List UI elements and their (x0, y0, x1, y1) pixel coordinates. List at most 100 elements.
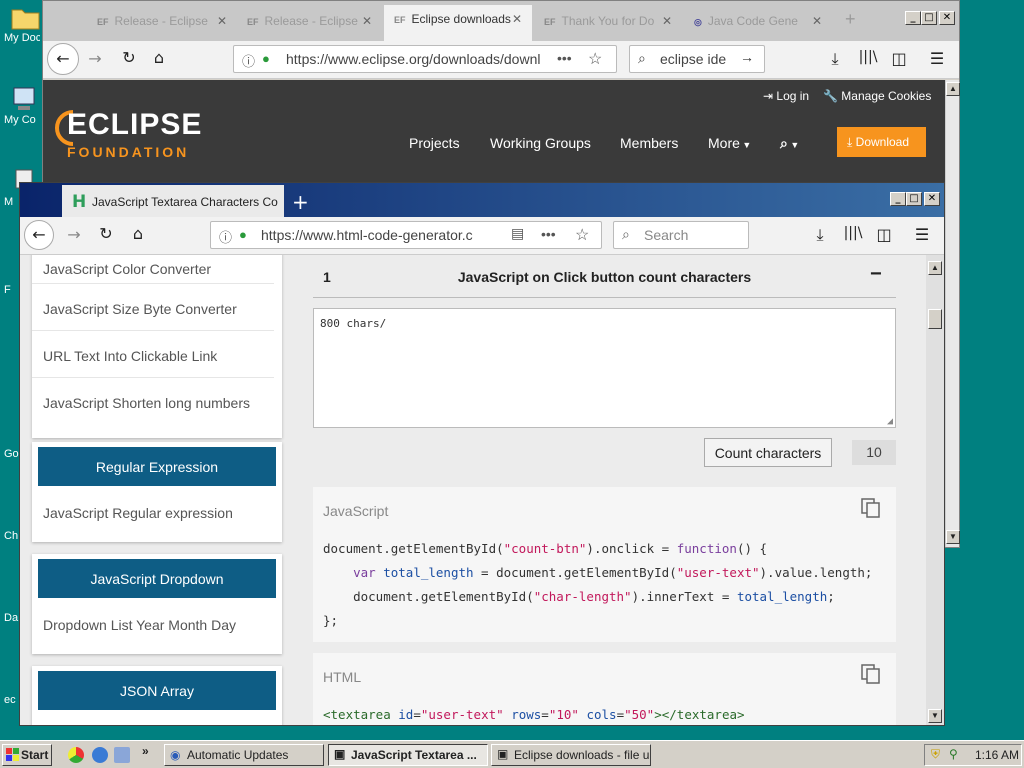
home-button[interactable]: ⌂ (149, 48, 169, 67)
new-tab-button[interactable]: + (292, 190, 309, 214)
new-tab-button[interactable]: + (835, 7, 861, 37)
chevron-right-icon[interactable]: » (142, 744, 149, 758)
sidebar-heading[interactable]: Regular Expression (38, 447, 276, 486)
download-button[interactable]: ⤓ Download (837, 127, 926, 157)
security-shield-icon[interactable]: ⛨ (931, 747, 940, 762)
tab-javascript-textarea[interactable]: H JavaScript Textarea Characters Co (62, 185, 284, 217)
user-text-textarea[interactable]: 800 chars/ ◢ (313, 308, 896, 428)
page-scrollbar[interactable]: ▲ ▼ (926, 255, 944, 725)
sidebar-link[interactable]: JavaScript Size Byte Converter (32, 284, 274, 331)
forward-button[interactable]: → (64, 225, 84, 244)
tab-eclipse-downloads[interactable]: EF Eclipse downloads ✕ (384, 5, 532, 41)
code-tag: ></textarea> (654, 707, 745, 722)
tab-label: JavaScript Textarea Characters Co (92, 195, 278, 209)
page-actions-icon[interactable]: ••• (541, 226, 556, 242)
favicon-h-icon: H (72, 192, 87, 212)
tab-java-code-generator[interactable]: ◎ Java Code Gene ✕ (684, 7, 832, 37)
scroll-up-icon[interactable]: ▲ (928, 261, 942, 275)
nav-projects[interactable]: Projects (409, 135, 460, 151)
sidebar-link[interactable]: JavaScript Regular expression (32, 486, 274, 533)
task-eclipse-downloads[interactable]: ▣ Eclipse downloads - file u... (491, 744, 651, 766)
address-bar[interactable]: ⓘ ● https://www.html-code-generator.com … (210, 221, 602, 249)
downloads-button[interactable]: ⤓ (810, 225, 830, 245)
home-button[interactable]: ⌂ (128, 224, 148, 243)
reader-view-icon[interactable]: ▤ (511, 225, 524, 242)
desktop-icon-my-computer[interactable]: My Co (0, 84, 40, 126)
close-tab-icon[interactable]: ✕ (217, 14, 227, 28)
reload-button[interactable]: ↻ (119, 48, 139, 67)
nav-members[interactable]: Members (620, 135, 678, 151)
sidebar-link[interactable]: JavaScript Color Converter (32, 255, 274, 284)
scroll-thumb[interactable] (928, 309, 942, 329)
task-automatic-updates[interactable]: ◉ Automatic Updates (164, 744, 324, 766)
bookmark-star-icon[interactable]: ☆ (588, 49, 602, 69)
back-button[interactable]: ← (47, 43, 79, 75)
close-window-button[interactable]: ✕ (924, 192, 940, 206)
menu-button[interactable]: ☰ (912, 225, 932, 244)
library-button[interactable]: |||\ (857, 49, 879, 65)
internet-explorer-icon[interactable] (92, 747, 108, 763)
sidebar-button[interactable]: ◫ (874, 225, 894, 244)
code-variable: total_length (383, 565, 474, 580)
forward-button[interactable]: → (85, 49, 105, 68)
close-tab-icon[interactable]: ✕ (662, 14, 672, 28)
library-button[interactable]: |||\ (842, 225, 864, 241)
sidebar-link[interactable]: JavaScript Shorten long numbers (32, 378, 274, 438)
close-window-button[interactable]: ✕ (939, 11, 955, 25)
nav-more[interactable]: More ▼ (708, 135, 751, 151)
sidebar-link[interactable]: URL Text Into Clickable Link (32, 331, 274, 378)
tab-release-eclipse-1[interactable]: EF Release - Eclipse ✕ (87, 7, 237, 37)
eclipse-logo[interactable]: ECLIPSE FOUNDATION (55, 108, 225, 168)
sidebar-link[interactable]: Dropdown List Year Month Day (32, 598, 274, 645)
manage-cookies-link[interactable]: 🔧 Manage Cookies (823, 89, 931, 103)
code-string: "50" (624, 707, 655, 722)
task-javascript-textarea[interactable]: ▣ JavaScript Textarea ... (328, 744, 488, 766)
scroll-up-icon[interactable]: ▲ (946, 82, 960, 96)
code-attr: rows (511, 707, 542, 722)
back-button[interactable]: ← (24, 220, 54, 250)
minimize-button[interactable]: _ (890, 192, 906, 206)
tab-release-eclipse-2[interactable]: EF Release - Eclipse ✕ (237, 7, 382, 37)
start-button[interactable]: Start (2, 744, 52, 766)
code-string: "count-btn" (503, 541, 587, 556)
quick-launch-icon[interactable] (114, 747, 130, 763)
site-search-toggle[interactable]: ⌕ ▼ (780, 135, 799, 152)
maximize-button[interactable]: □ (921, 11, 937, 25)
clock[interactable]: 1:16 AM (975, 748, 1019, 762)
minimize-button[interactable]: _ (905, 11, 921, 25)
address-bar[interactable]: ⓘ ● https://www.eclipse.org/downloads/do… (233, 45, 617, 73)
resize-grip-icon[interactable]: ◢ (887, 416, 893, 427)
network-icon[interactable]: ⚲ (949, 747, 958, 761)
close-tab-icon[interactable]: ✕ (812, 14, 822, 28)
maximize-button[interactable]: □ (906, 192, 922, 206)
sidebar-heading[interactable]: JavaScript Dropdown (38, 559, 276, 598)
search-field[interactable]: ⌕ eclipse ide → (629, 45, 765, 73)
menu-button[interactable]: ☰ (927, 49, 947, 68)
close-tab-icon[interactable]: ✕ (362, 14, 372, 28)
copy-icon[interactable] (860, 497, 882, 519)
sidebar-heading[interactable]: JSON Array (38, 671, 276, 710)
page-actions-icon[interactable]: ••• (557, 50, 572, 66)
scroll-down-icon[interactable]: ▼ (928, 709, 942, 723)
hamburger-icon: ☰ (929, 49, 945, 68)
page-scrollbar[interactable]: ▲ ▼ (945, 80, 960, 547)
nav-working-groups[interactable]: Working Groups (490, 135, 591, 151)
login-link[interactable]: ⇥ Log in (763, 89, 809, 103)
tab-thank-you[interactable]: EF Thank You for Do ✕ (534, 7, 682, 37)
count-characters-button[interactable]: Count characters (704, 438, 832, 467)
desktop-icon-my-documents[interactable]: My Doc (0, 2, 40, 44)
copy-icon[interactable] (860, 663, 882, 685)
downloads-button[interactable]: ⤓ (825, 49, 845, 69)
bookmark-star-icon[interactable]: ☆ (575, 225, 589, 245)
collapse-toggle[interactable]: − (870, 263, 882, 286)
reload-button[interactable]: ↻ (96, 224, 116, 243)
scroll-down-icon[interactable]: ▼ (946, 530, 960, 544)
code-keyword: function (676, 541, 737, 556)
sidebar-button[interactable]: ◫ (889, 49, 909, 68)
code-attr: id (398, 707, 414, 722)
chrome-icon[interactable] (68, 747, 84, 763)
close-tab-icon[interactable]: ✕ (512, 12, 522, 26)
code-token: ).innerText = (631, 589, 737, 604)
go-arrow-icon[interactable]: → (740, 49, 754, 65)
search-field[interactable]: ⌕ Search (613, 221, 749, 249)
